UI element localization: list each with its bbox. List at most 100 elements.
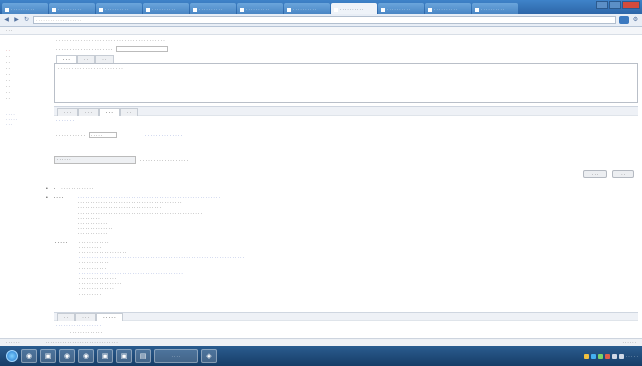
favicon-icon: [99, 7, 103, 12]
bottom-tab-bar: · · · · · · · · · ·: [54, 312, 638, 321]
sidebar-link[interactable]: · · ·: [0, 122, 40, 127]
browser-tab[interactable]: · · · · · · · · · ·: [49, 3, 95, 14]
status-middle: · · · · · · · · · · · · · · · · · · · · …: [45, 340, 118, 345]
favicon-icon: [240, 7, 244, 12]
bullet-icon: •: [46, 186, 48, 192]
browser-tab[interactable]: · · · · · · · · · ·: [2, 3, 48, 14]
network-icon[interactable]: [611, 353, 617, 359]
secondary-action-button[interactable]: · ·: [612, 170, 634, 178]
sidebar: · · · · · · · · · · · · · · · · · · · · …: [0, 36, 40, 336]
lower-tab[interactable]: · · ·: [78, 108, 99, 116]
bullet-icon: •: [46, 195, 48, 201]
taskbar-active-window[interactable]: · · · ·: [154, 349, 198, 363]
system-tray: · · · · ·: [583, 353, 642, 359]
reload-icon[interactable]: ↻: [23, 17, 30, 24]
browser-tab-label: · · · · · · · · · ·: [293, 7, 317, 12]
browser-tab-label: · · · · · · · · · ·: [340, 7, 364, 12]
forward-icon[interactable]: ▶: [13, 17, 20, 24]
browser-tab[interactable]: · · · · · · · · · ·: [284, 3, 330, 14]
browser-tab[interactable]: · · · · · · · · · ·: [425, 3, 471, 14]
maximize-button[interactable]: [609, 1, 621, 9]
section-label: · · · · · · ·: [56, 118, 74, 123]
close-window-button[interactable]: [622, 1, 640, 9]
upper-tab[interactable]: · ·: [95, 55, 114, 63]
search-input[interactable]: · · · · · ·: [54, 156, 136, 164]
upper-textarea[interactable]: · · · · · · · · · · · · · · · · · · · · …: [54, 63, 638, 103]
search-result-text: · · · · · · · · · · · · · · · · · ·: [140, 157, 189, 163]
url-field[interactable]: · · · · · · · · · · · · · · · · · · ·: [33, 16, 616, 24]
browser-tab[interactable]: · · · · · · · · · ·: [143, 3, 189, 14]
action-buttons: · · · · ·: [583, 170, 634, 178]
upper-tabs: · · · · · · ·: [56, 55, 114, 63]
primary-action-button[interactable]: · · ·: [583, 170, 608, 178]
back-icon[interactable]: ◀: [3, 17, 10, 24]
textarea-content: · · · · · · · · · · · · · · · · · · · · …: [58, 66, 123, 71]
lower-tab[interactable]: · · ·: [57, 108, 78, 116]
favicon-icon: [287, 7, 291, 12]
taskbar-app-icon[interactable]: ◉: [78, 349, 94, 363]
bottom-tab[interactable]: · · · · ·: [96, 313, 123, 321]
clock[interactable]: · · · · ·: [626, 354, 639, 359]
search-button[interactable]: [619, 16, 629, 24]
field-label: · · · · · · · · · · · · · · · · · · · · …: [56, 46, 113, 52]
record-detail: • · · · · · · · · · · · · · · • · · · · …: [46, 186, 244, 297]
lower-tab-bar: · · · · · · · · · · ·: [54, 106, 638, 116]
field-input[interactable]: [116, 46, 169, 52]
browser-tab-label: · · · · · · · · · ·: [152, 7, 176, 12]
browser-tab-label: · · · · · · · · · ·: [11, 7, 35, 12]
bookmark-item[interactable]: · · ·: [6, 28, 12, 33]
taskbar-app-icon[interactable]: ▣: [40, 349, 56, 363]
search-row: · · · · · · · · · · · · · · · · · · · · …: [54, 156, 188, 164]
browser-tab-strip: · · · · · · · · · · · · · · · · · · · · …: [0, 0, 642, 14]
option-select[interactable]: · · · · ·: [89, 132, 117, 138]
browser-tab-label: · · · · · · · · · ·: [58, 7, 82, 12]
browser-tab-label: · · · · · · · · · ·: [434, 7, 458, 12]
volume-icon[interactable]: [618, 353, 624, 359]
status-right: · · · · · ·: [622, 340, 636, 345]
taskbar-app-icon[interactable]: ▣: [116, 349, 132, 363]
browser-tab[interactable]: · · · · · · · · · ·: [378, 3, 424, 14]
settings-icon[interactable]: ⚙: [632, 17, 639, 24]
option-hint: · · · · · · · · · · · · · ·: [145, 132, 183, 138]
main-content: · · · · · · · · · · · · · · · · · · · · …: [46, 36, 638, 338]
address-bar: ◀ ▶ ↻ · · · · · · · · · · · · · · · · · …: [0, 14, 642, 27]
lower-tab[interactable]: · ·: [120, 108, 139, 116]
tray-icon[interactable]: [597, 353, 603, 359]
favicon-icon: [146, 7, 150, 12]
browser-tab[interactable]: · · · · · · · · · ·: [237, 3, 283, 14]
lower-tab[interactable]: · · ·: [99, 108, 120, 116]
record-title: · · · · · · · · · · · · ·: [61, 186, 94, 191]
upper-tab[interactable]: · ·: [77, 55, 96, 63]
minimize-button[interactable]: [596, 1, 608, 9]
bottom-tab[interactable]: · · ·: [75, 313, 97, 321]
field-row: · · · · · · · · · · · · · · · · · · · · …: [56, 46, 169, 52]
taskbar-app-icon[interactable]: ◉: [59, 349, 75, 363]
favicon-icon: [5, 7, 9, 12]
browser-tab[interactable]: · · · · · · · · · ·: [190, 3, 236, 14]
browser-tab-active[interactable]: · · · · · · · · · ·: [331, 3, 377, 14]
browser-tab[interactable]: · · · · · · · · · ·: [472, 3, 518, 14]
browser-tab-label: · · · · · · · · · ·: [481, 7, 505, 12]
browser-tab-label: · · · · · · · · · ·: [387, 7, 411, 12]
favicon-icon: [475, 7, 479, 12]
taskbar: ◉ ▣ ◉ ◉ ▣ ▣ ▤ · · · · ◈ · · · · ·: [0, 346, 642, 366]
favicon-icon: [334, 7, 338, 12]
browser-tab[interactable]: · · · · · · · · · ·: [96, 3, 142, 14]
upper-tab[interactable]: · · ·: [56, 55, 77, 63]
taskbar-app-icon[interactable]: ◉: [21, 349, 37, 363]
start-button[interactable]: [6, 350, 18, 362]
block1-label: · · · ·: [53, 195, 64, 200]
tray-icon[interactable]: [590, 353, 596, 359]
favicon-icon: [381, 7, 385, 12]
detail-line: · · · · · · · · ·: [79, 291, 101, 297]
block2-label: · · · · ·: [55, 239, 68, 245]
bookmarks-bar: · · ·: [0, 27, 642, 35]
bottom-line: · · · · · · · · · · · · ·: [70, 330, 103, 335]
taskbar-app-icon[interactable]: ▣: [97, 349, 113, 363]
record-label: ·: [53, 186, 56, 191]
tray-icon[interactable]: [604, 353, 610, 359]
taskbar-app-icon[interactable]: ◈: [201, 349, 217, 363]
bottom-tab[interactable]: · ·: [57, 313, 76, 321]
taskbar-app-icon[interactable]: ▤: [135, 349, 151, 363]
tray-icon[interactable]: [583, 353, 589, 359]
